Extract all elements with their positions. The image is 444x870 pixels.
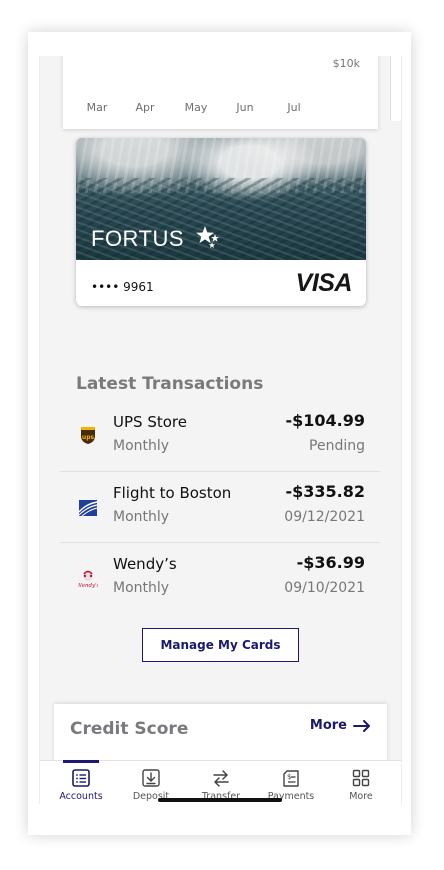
home-indicator[interactable]: [158, 798, 282, 802]
phone-frame: $10k Mar Apr May Jun Jul FORTUS •••• 996: [28, 32, 411, 835]
next-card-peek[interactable]: [390, 56, 401, 121]
transaction-frequency: Monthly: [113, 509, 170, 525]
transaction-status: 09/12/2021: [284, 509, 365, 525]
card-number: •••• 9961: [91, 280, 154, 294]
svg-text:Wendy's: Wendy's: [78, 583, 98, 589]
chart-y-tick: $10k: [332, 57, 360, 70]
deposit-icon: [142, 769, 160, 787]
transaction-merchant: UPS Store: [113, 413, 187, 431]
chart-month-axis: Mar Apr May Jun Jul: [63, 101, 378, 117]
svg-text:$: $: [287, 773, 291, 781]
accounts-icon: [72, 769, 90, 787]
stars-logo-icon: [196, 226, 219, 248]
more-link-label: More: [309, 718, 347, 733]
app-screen: $10k Mar Apr May Jun Jul FORTUS •••• 996: [39, 56, 402, 804]
tab-label: More: [349, 791, 373, 802]
chart-month-label: Jul: [287, 101, 301, 114]
credit-score-more-link[interactable]: More: [310, 718, 371, 733]
airline-logo-icon: [78, 500, 98, 517]
transaction-status: 09/10/2021: [284, 580, 365, 596]
card-brand-name: FORTUS: [91, 226, 185, 251]
transaction-frequency: Monthly: [113, 580, 170, 596]
transaction-status: Pending: [309, 438, 365, 454]
arrow-right-icon: [353, 719, 370, 732]
tab-label: Accounts: [59, 791, 103, 802]
tab-accounts[interactable]: Accounts: [46, 760, 116, 804]
bank-card[interactable]: FORTUS •••• 9961 VISA: [76, 138, 366, 306]
transaction-merchant: Wendy’s: [113, 555, 177, 573]
transactions-title: Latest Transactions: [76, 374, 264, 394]
transaction-frequency: Monthly: [113, 438, 170, 454]
chart-month-label: May: [184, 101, 208, 114]
chart-month-label: Apr: [135, 101, 155, 114]
transaction-amount: -$104.99: [285, 411, 365, 430]
payments-icon: $: [283, 770, 299, 787]
chart-month-label: Mar: [86, 101, 108, 114]
credit-score-title: Credit Score: [70, 719, 189, 739]
transfer-icon: [213, 770, 229, 787]
ups-logo-icon: ups: [81, 427, 95, 444]
svg-text:ups: ups: [82, 434, 95, 441]
transaction-row[interactable]: Flight to Boston Monthly -$335.82 09/12/…: [60, 472, 380, 543]
tab-more[interactable]: More: [326, 761, 396, 804]
transaction-row[interactable]: ups UPS Store Monthly -$104.99 Pending: [60, 401, 380, 472]
chart-month-label: Jun: [236, 101, 254, 114]
manage-my-cards-button[interactable]: Manage My Cards: [142, 628, 299, 662]
wendys-logo-icon: Wendy's: [78, 570, 98, 589]
visa-logo: VISA: [295, 269, 353, 297]
transaction-amount: -$36.99: [296, 553, 365, 572]
transaction-amount: -$335.82: [285, 482, 365, 501]
spending-chart-card: $10k Mar Apr May Jun Jul: [63, 56, 378, 129]
transaction-row[interactable]: Wendy's Wendy’s Monthly -$36.99 09/10/20…: [60, 543, 380, 613]
transaction-merchant: Flight to Boston: [113, 484, 232, 502]
grid-icon: [352, 769, 370, 787]
